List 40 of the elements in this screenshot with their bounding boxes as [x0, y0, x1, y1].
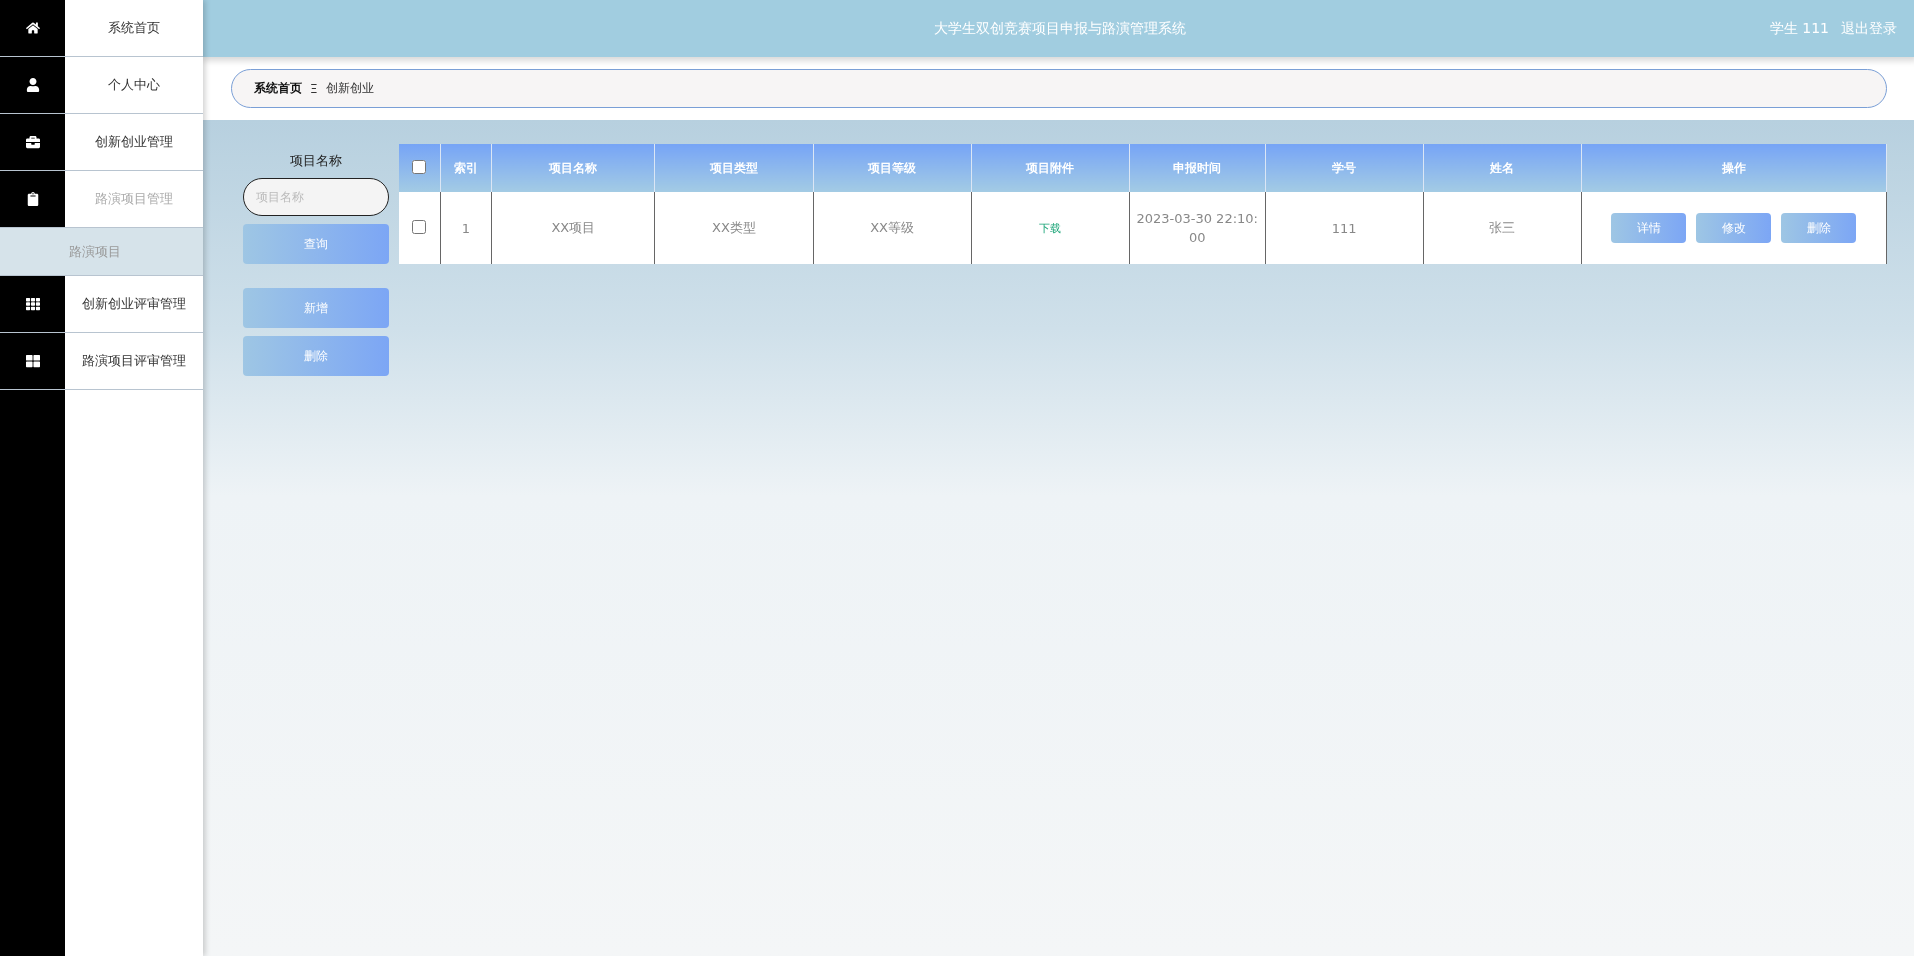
home-icon [25, 21, 40, 35]
breadcrumb-separator: Ξ [310, 81, 318, 96]
field-label: 项目名称 [290, 152, 342, 170]
sidebar-subitem[interactable]: 路演项目 [0, 228, 203, 276]
squares-icon [25, 354, 40, 368]
table-cell: 111 [1265, 192, 1424, 264]
column-header: 索引 [440, 144, 492, 192]
column-header: 项目等级 [813, 144, 972, 192]
breadcrumb-current: 创新创业 [325, 80, 374, 97]
column-header: 项目名称 [491, 144, 655, 192]
user-name: 学生 111 [1769, 19, 1829, 38]
column-header: 申报时间 [1129, 144, 1266, 192]
add-button[interactable]: 新增 [243, 288, 389, 328]
table-cell: XX类型 [654, 192, 814, 264]
table-cell: XX项目 [491, 192, 655, 264]
query-button[interactable]: 查询 [243, 224, 389, 264]
table-cell: 1 [440, 192, 492, 264]
row-checkbox[interactable] [412, 219, 427, 234]
breadcrumb-home[interactable]: 系统首页 [254, 80, 302, 97]
user-icon [25, 78, 40, 92]
column-header: 项目类型 [654, 144, 814, 192]
action-button[interactable]: 删除 [1781, 213, 1857, 243]
table-cell: XX等级 [813, 192, 972, 264]
logout-link[interactable]: 退出登录 [1841, 19, 1897, 38]
column-header: 操作 [1581, 144, 1887, 192]
download-link[interactable]: 下载 [1039, 222, 1062, 235]
sidebar-item[interactable]: 系统首页 [65, 0, 203, 56]
action-button[interactable]: 详情 [1611, 213, 1687, 243]
column-header: 项目附件 [971, 144, 1130, 192]
column-header: 学号 [1265, 144, 1424, 192]
system-title: 大学生双创竞赛项目申报与路演管理系统 [934, 19, 1186, 38]
select-all-checkbox[interactable] [412, 159, 427, 174]
briefcase-icon [25, 135, 40, 149]
clipboard-icon [25, 192, 40, 206]
table-cell: 2023-03-30 22:10:00 [1129, 192, 1266, 264]
delete-button[interactable]: 删除 [243, 336, 389, 376]
column-header: 姓名 [1423, 144, 1582, 192]
action-button[interactable]: 修改 [1696, 213, 1772, 243]
grid-icon [25, 297, 40, 311]
table-cell: 张三 [1423, 192, 1582, 264]
